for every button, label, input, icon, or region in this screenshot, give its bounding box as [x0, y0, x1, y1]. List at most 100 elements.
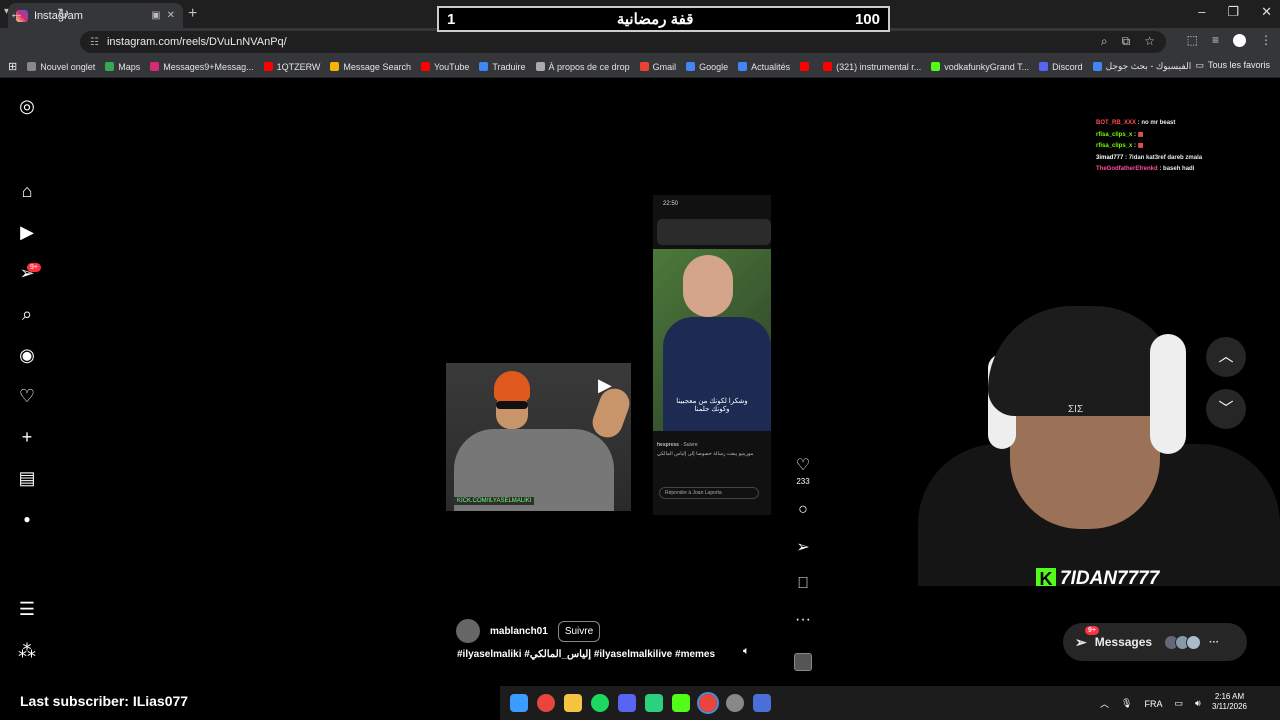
reel-caption-hashtags[interactable]: #ilyaselmaliki #إلياس_المالكي #ilyaselma…	[457, 649, 715, 660]
home-icon[interactable]: ⌂	[17, 181, 37, 201]
messages-button[interactable]: ➢ 9+ Messages ···	[1063, 623, 1247, 661]
tab-close-icon[interactable]: ✕	[167, 10, 175, 21]
zoom-icon[interactable]: ⌕	[1101, 34, 1108, 49]
comment-icon[interactable]: ○	[790, 501, 816, 519]
all-bookmarks-button[interactable]: ▭ Tous les favoris	[1195, 60, 1270, 71]
more-apps-icon[interactable]: ⁂	[17, 641, 37, 661]
file-explorer-icon[interactable]	[564, 694, 582, 712]
chrome-active-icon[interactable]	[697, 692, 719, 714]
address-bar[interactable]: ☷ instagram.com/reels/DVuLnNVAnPq/	[80, 31, 1166, 53]
bookmark-label: Gmail	[652, 61, 677, 72]
share-icon[interactable]: ➢	[790, 537, 816, 557]
bookmark-item[interactable]: Gmail	[639, 61, 677, 72]
next-reel-button[interactable]: ﹀	[1206, 389, 1246, 429]
chat-line: BOT_RB_XXX : no mr beast	[1096, 120, 1176, 126]
network-icon[interactable]: ▭	[1174, 698, 1183, 709]
new-tab-button[interactable]: +	[188, 5, 197, 23]
bookmark-item[interactable]: (321) instrumental r...	[823, 62, 921, 72]
bookmark-favicon-icon	[639, 62, 649, 71]
author-username[interactable]: mablanch01	[490, 626, 548, 637]
instagram-logo-icon[interactable]: ◎	[17, 96, 37, 116]
chat-user: 3imad777	[1096, 154, 1124, 161]
streamer-name: K 7IDAN7777	[1036, 568, 1159, 586]
save-bookmark-icon[interactable]: ⎕	[790, 575, 816, 593]
bookmark-item[interactable]: Google	[686, 62, 728, 72]
forward-icon[interactable]: →	[33, 5, 48, 22]
bookmark-star-icon[interactable]: ☆	[1144, 34, 1155, 49]
create-icon[interactable]: +	[17, 427, 37, 447]
profile-avatar[interactable]	[1233, 33, 1246, 47]
taskbar-apps	[510, 692, 771, 714]
reload-icon[interactable]: ↻	[57, 5, 70, 23]
stream-goal-overlay: 1 قفة رمضانية 100	[437, 6, 890, 32]
bookmark-item[interactable]: Discord	[1039, 62, 1083, 72]
bookmark-favicon-icon	[330, 62, 340, 71]
microphone-icon[interactable]: 🎙︎	[1121, 698, 1132, 709]
tray-chevron-icon[interactable]: ︿	[1100, 697, 1109, 710]
bookmark-favicon-icon	[800, 62, 810, 71]
system-clock[interactable]: 2:16 AM 3/11/2026	[1212, 692, 1247, 712]
bookmark-favicon-icon	[420, 62, 430, 71]
kick-logo-icon: K	[1036, 568, 1056, 586]
like-count: 233	[796, 477, 810, 486]
bookmark-favicon-icon	[479, 62, 489, 71]
close-window-icon[interactable]: ✕	[1261, 4, 1272, 20]
chrome-menu-icon[interactable]: ⋮	[1260, 33, 1272, 47]
previous-reel-button[interactable]: ︿	[1206, 337, 1246, 377]
bookmark-label: vodkafunkyGrand T...	[944, 61, 1030, 72]
bookmark-item[interactable]	[800, 62, 813, 71]
menu-icon[interactable]: ☰	[17, 599, 37, 619]
kick-icon[interactable]	[672, 694, 690, 712]
volume-tray-icon[interactable]: 🔊︎	[1195, 698, 1201, 709]
explore-icon[interactable]: ◉	[17, 345, 37, 365]
bookmark-item[interactable]: Maps	[105, 62, 140, 72]
bookmark-item[interactable]: vodkafunkyGrand T...	[931, 62, 1029, 72]
follow-button[interactable]: Suivre	[557, 620, 601, 642]
search-icon[interactable]: ⌕	[17, 304, 37, 324]
notifications-heart-icon[interactable]: ♡	[17, 386, 37, 406]
audio-thumbnail[interactable]	[794, 653, 812, 671]
chat-emote-icon: ▦	[1137, 143, 1144, 149]
bookmark-item[interactable]: Message Search	[330, 62, 411, 72]
apps-icon[interactable]: ⊞	[8, 60, 17, 73]
whatsapp-icon[interactable]	[645, 694, 663, 712]
bookmark-item[interactable]: Messages9+Messag...	[150, 62, 254, 72]
settings-gear-icon[interactable]	[726, 694, 744, 712]
bookmark-item[interactable]: À propos de ce drop	[535, 62, 630, 72]
bookmark-item[interactable]: Traduire	[479, 62, 526, 72]
bookmark-item[interactable]: YouTube	[420, 62, 469, 72]
bookmark-item[interactable]: الفيسبوك - بحث جوجل	[1092, 61, 1191, 72]
site-info-icon[interactable]: ☷	[90, 37, 99, 48]
beanie-logo: ΣIΣ	[1068, 404, 1084, 415]
chrome-icon[interactable]	[537, 694, 555, 712]
back-icon[interactable]: ←	[9, 5, 24, 22]
language-indicator[interactable]: FRA	[1144, 699, 1162, 709]
spotify-icon[interactable]	[591, 694, 609, 712]
reading-list-icon[interactable]: ≡	[1212, 33, 1219, 47]
bookmark-favicon-icon	[1092, 62, 1102, 71]
extensions-icon[interactable]: ⬚	[1187, 33, 1198, 47]
like-heart-icon[interactable]: ♡	[790, 455, 816, 475]
volume-icon[interactable]: 🔈︎	[743, 645, 750, 658]
discord-icon[interactable]	[618, 694, 636, 712]
bookmark-item[interactable]: Nouvel onglet	[27, 62, 95, 72]
minimize-icon[interactable]: –	[1198, 4, 1205, 20]
play-icon[interactable]: ▶	[598, 375, 612, 396]
more-options-icon[interactable]: ···	[790, 611, 816, 629]
chat-msg: 7idan kat3ref dareb zmala	[1128, 154, 1203, 161]
app-icon[interactable]	[753, 694, 771, 712]
chat-msg: no mr beast	[1141, 120, 1176, 126]
bookmark-item[interactable]: Actualités	[738, 62, 790, 72]
reel-video[interactable]: KICK.COM/ILYASELMALIKI 22:50 وشكرا لكونك…	[446, 93, 771, 673]
dashboard-icon[interactable]: ▤	[17, 468, 37, 488]
restore-icon[interactable]: ❐	[1227, 4, 1239, 20]
windows-start-icon[interactable]	[510, 694, 528, 712]
cast-icon[interactable]: ⧉	[1122, 34, 1131, 49]
profile-avatar-icon[interactable]: ●	[17, 509, 37, 529]
picture-in-picture-icon[interactable]: ▣	[151, 10, 160, 21]
author-avatar[interactable]	[456, 619, 480, 643]
system-tray: ︿ 🎙︎ FRA ▭ 🔊︎	[1100, 697, 1201, 710]
reels-icon[interactable]: ▶	[17, 222, 37, 242]
bookmark-item[interactable]: 1QTZERW	[263, 62, 320, 72]
bookmarks-bar: ⊞ Nouvel onglet Maps Messages9+Messag... 1Q…	[0, 56, 1280, 78]
